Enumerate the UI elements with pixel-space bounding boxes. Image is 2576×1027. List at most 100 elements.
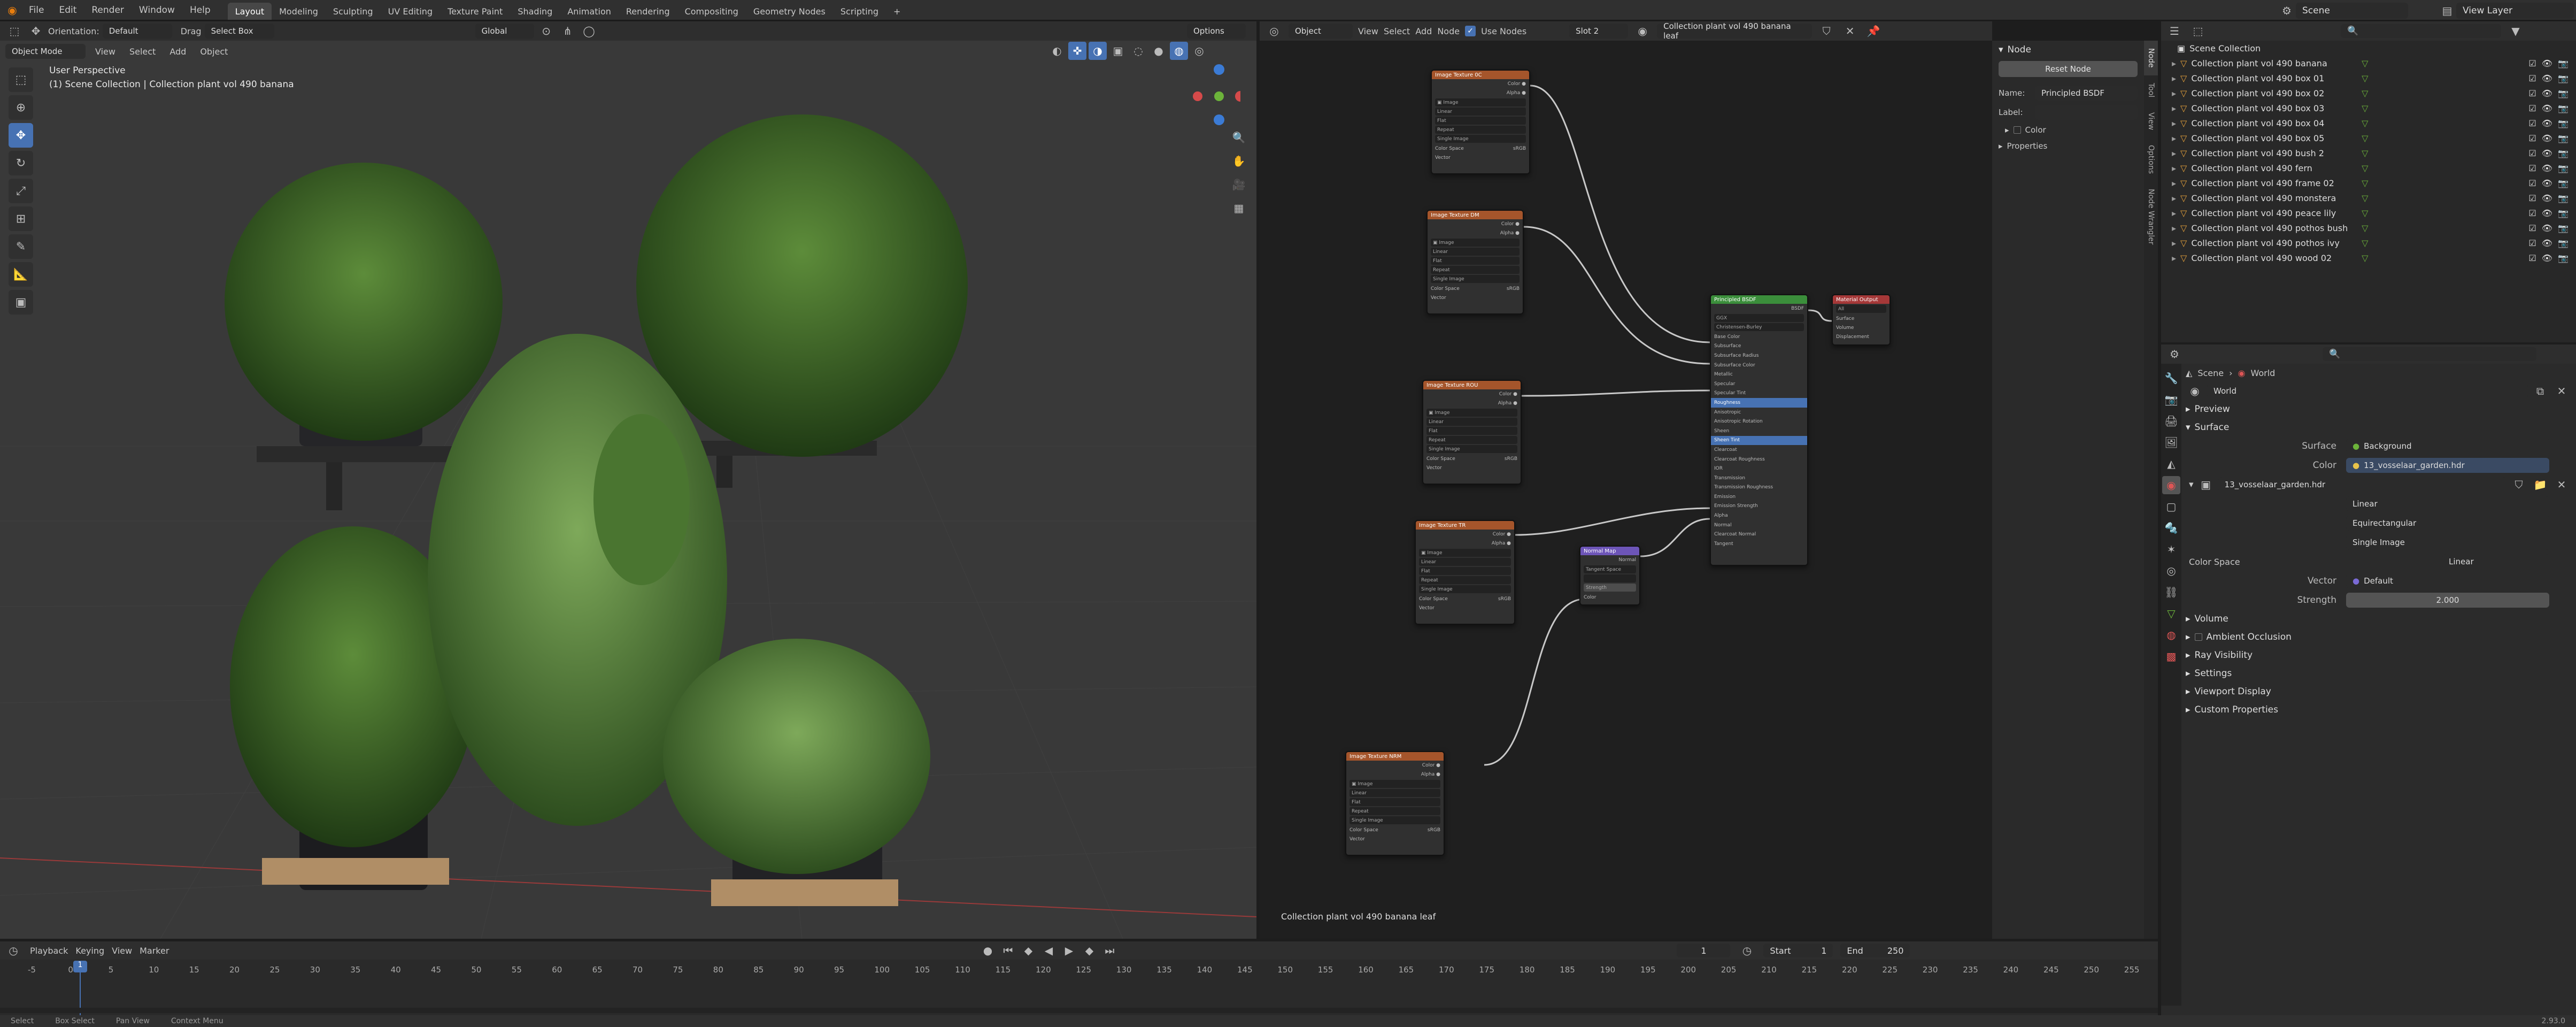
- tab-compositing[interactable]: Compositing: [677, 3, 746, 20]
- shader-node-editor[interactable]: ◎ Object View Select Add Node ✓ Use Node…: [1260, 21, 1992, 939]
- checkbox-icon[interactable]: ☑: [2528, 253, 2536, 263]
- color-space-dropdown[interactable]: Linear: [2442, 554, 2549, 569]
- visibility-icon[interactable]: ◐: [1048, 42, 1066, 60]
- node-image-selector[interactable]: ▣ Image: [1349, 780, 1440, 788]
- vp-menu-object[interactable]: Object: [196, 47, 232, 57]
- options-dropdown[interactable]: Options: [1187, 24, 1246, 39]
- node-image-selector[interactable]: ▣ Image: [1435, 98, 1526, 106]
- eye-icon[interactable]: 👁: [2542, 178, 2552, 188]
- bsdf-input-row[interactable]: Transmission: [1711, 473, 1807, 483]
- shading-wireframe-icon[interactable]: ◌: [1129, 42, 1147, 60]
- node-color-space[interactable]: Color Space sRGB: [1423, 454, 1521, 463]
- checkbox-icon[interactable]: ☑: [2528, 103, 2536, 113]
- outliner-item[interactable]: ▸ ▽ Collection plant vol 490 box 05 ▽ ☑ 👁 📷: [2161, 131, 2576, 145]
- tab-uv-editing[interactable]: UV Editing: [381, 3, 440, 20]
- expand-arrow-icon[interactable]: ▸: [2172, 193, 2176, 203]
- scene-selector[interactable]: ⚙ Scene: [2278, 2, 2408, 20]
- proportional-edit-icon[interactable]: ◯: [580, 22, 598, 40]
- settings-panel[interactable]: ▸ Settings: [2186, 664, 2571, 683]
- sidebar-tab-node-wrangler[interactable]: Node Wrangler: [2144, 181, 2158, 252]
- render-tab-icon[interactable]: 📷: [2162, 390, 2180, 409]
- tab-animation[interactable]: Animation: [560, 3, 619, 20]
- eye-icon[interactable]: 👁: [2542, 88, 2552, 98]
- bsdf-input-row[interactable]: IOR: [1711, 464, 1807, 473]
- outliner-item[interactable]: ▸ ▽ Collection plant vol 490 monstera ▽ ☑ 👁 📷: [2161, 190, 2576, 205]
- camera-render-icon[interactable]: 📷: [2558, 73, 2569, 83]
- ao-checkbox[interactable]: [2194, 633, 2202, 641]
- world-tab-icon[interactable]: ◉: [2162, 476, 2180, 494]
- timeline-ruler[interactable]: -5 0 5 10 15 20 25 30 35 40 45 50 55 60 65 70 75 80 85 90 95…: [0, 941, 2158, 1000]
- bsdf-input-row[interactable]: Base Color: [1711, 332, 1807, 342]
- eye-icon[interactable]: 👁: [2542, 73, 2552, 83]
- world-unlink-icon[interactable]: ✕: [2552, 382, 2571, 400]
- image-texture-node-dm[interactable]: Image Texture DM Color ● Alpha ● ▣ Image…: [1426, 210, 1524, 315]
- checkbox-icon[interactable]: ☑: [2528, 178, 2536, 188]
- custom-properties-panel[interactable]: ▸ Custom Properties: [2186, 701, 2571, 719]
- bsdf-input-row[interactable]: Anisotropic: [1711, 408, 1807, 417]
- bsdf-input-row[interactable]: Subsurface Color: [1711, 361, 1807, 370]
- node-interp[interactable]: Linear: [1349, 789, 1440, 797]
- properties-editor-icon[interactable]: ⚙: [2165, 345, 2184, 363]
- camera-render-icon[interactable]: 📷: [2558, 58, 2569, 68]
- node-interp[interactable]: Linear: [1419, 558, 1511, 566]
- outliner-item[interactable]: ▸ ▽ Collection plant vol 490 fern ▽ ☑ 👁 📷: [2161, 160, 2576, 175]
- camera-render-icon[interactable]: 📷: [2558, 118, 2569, 128]
- world-copy-icon[interactable]: ⧉: [2531, 382, 2549, 400]
- bsdf-input-row[interactable]: Metallic: [1711, 370, 1807, 379]
- vp-menu-select[interactable]: Select: [125, 47, 160, 57]
- bsdf-input-row[interactable]: Clearcoat Roughness: [1711, 455, 1807, 464]
- node-image-selector[interactable]: ▣ Image: [1431, 239, 1520, 247]
- node-projection[interactable]: Flat: [1419, 567, 1511, 575]
- checkbox-icon[interactable]: ☑: [2528, 88, 2536, 98]
- node-projection[interactable]: Flat: [1431, 257, 1520, 265]
- scene-name-field[interactable]: Scene: [2296, 3, 2408, 19]
- add-cube-tool[interactable]: ▣: [9, 290, 33, 315]
- outliner-search-input[interactable]: 🔍: [2341, 24, 2501, 38]
- image-unlink-icon[interactable]: ✕: [2552, 476, 2571, 494]
- outliner-item[interactable]: ▸ ▽ Collection plant vol 490 wood 02 ▽ ☑ 👁 📷: [2161, 250, 2576, 265]
- checkbox-icon[interactable]: ☑: [2528, 223, 2536, 233]
- bsdf-input-row[interactable]: Christensen-Burley: [1714, 323, 1804, 331]
- bsdf-input-row[interactable]: Specular Tint: [1711, 389, 1807, 398]
- camera-render-icon[interactable]: 📷: [2558, 103, 2569, 113]
- projection-dropdown[interactable]: Equirectangular: [2346, 516, 2549, 531]
- gizmo-icon[interactable]: ✜: [1068, 42, 1086, 60]
- vp-menu-add[interactable]: Add: [165, 47, 190, 57]
- tab-rendering[interactable]: Rendering: [619, 3, 677, 20]
- expand-arrow-icon[interactable]: ▸: [2172, 103, 2176, 113]
- pivot-icon[interactable]: ⊙: [537, 22, 556, 40]
- preview-panel[interactable]: ▸ Preview: [2186, 400, 2571, 418]
- image-texture-node-tr[interactable]: Image Texture TR Color ● Alpha ● ▣ Image…: [1415, 520, 1515, 625]
- bsdf-input-row[interactable]: Anisotropic Rotation: [1711, 417, 1807, 426]
- bsdf-input-row[interactable]: Clearcoat Normal: [1711, 530, 1807, 539]
- display-mode-icon[interactable]: ⬚: [2189, 22, 2207, 40]
- measure-tool[interactable]: 📐: [9, 262, 33, 287]
- expand-arrow-icon[interactable]: ▸: [2172, 88, 2176, 98]
- checkbox-icon[interactable]: ☑: [2528, 163, 2536, 173]
- transform-space-dropdown[interactable]: Global: [475, 24, 534, 39]
- image-open-icon[interactable]: 📁: [2531, 476, 2549, 494]
- material-tab-icon[interactable]: ◍: [2162, 626, 2180, 644]
- transform-tool[interactable]: ⊞: [9, 206, 33, 231]
- node-uv-map[interactable]: [1584, 574, 1636, 583]
- eye-icon[interactable]: 👁: [2542, 118, 2552, 128]
- camera-render-icon[interactable]: 📷: [2558, 163, 2569, 173]
- tab-texture-paint[interactable]: Texture Paint: [440, 3, 510, 20]
- image-texture-node-0c[interactable]: Image Texture 0C Color ● Alpha ● ▣ Image…: [1431, 70, 1530, 174]
- node-source[interactable]: Single Image: [1419, 585, 1511, 593]
- menu-render[interactable]: Render: [84, 5, 132, 16]
- node-interp[interactable]: Linear: [1435, 108, 1526, 116]
- menu-file[interactable]: File: [21, 5, 51, 16]
- volume-panel[interactable]: ▸ Volume: [2186, 610, 2571, 628]
- node-section-header[interactable]: ▾ Node: [1992, 41, 2144, 59]
- camera-render-icon[interactable]: 📷: [2558, 148, 2569, 158]
- vp-menu-view[interactable]: View: [91, 47, 120, 57]
- viewport-display-panel[interactable]: ▸ Viewport Display: [2186, 683, 2571, 701]
- move-tool[interactable]: ✥: [9, 123, 33, 148]
- menu-help[interactable]: Help: [182, 5, 218, 16]
- interpolation-dropdown[interactable]: Linear: [2346, 496, 2549, 511]
- expand-arrow-icon[interactable]: ▸: [2172, 148, 2176, 158]
- shading-solid-icon[interactable]: ●: [1150, 42, 1168, 60]
- timeline-scrollbar[interactable]: [0, 1008, 2158, 1013]
- outliner-item[interactable]: ▸ ▽ Collection plant vol 490 box 01 ▽ ☑ 👁 📷: [2161, 71, 2576, 86]
